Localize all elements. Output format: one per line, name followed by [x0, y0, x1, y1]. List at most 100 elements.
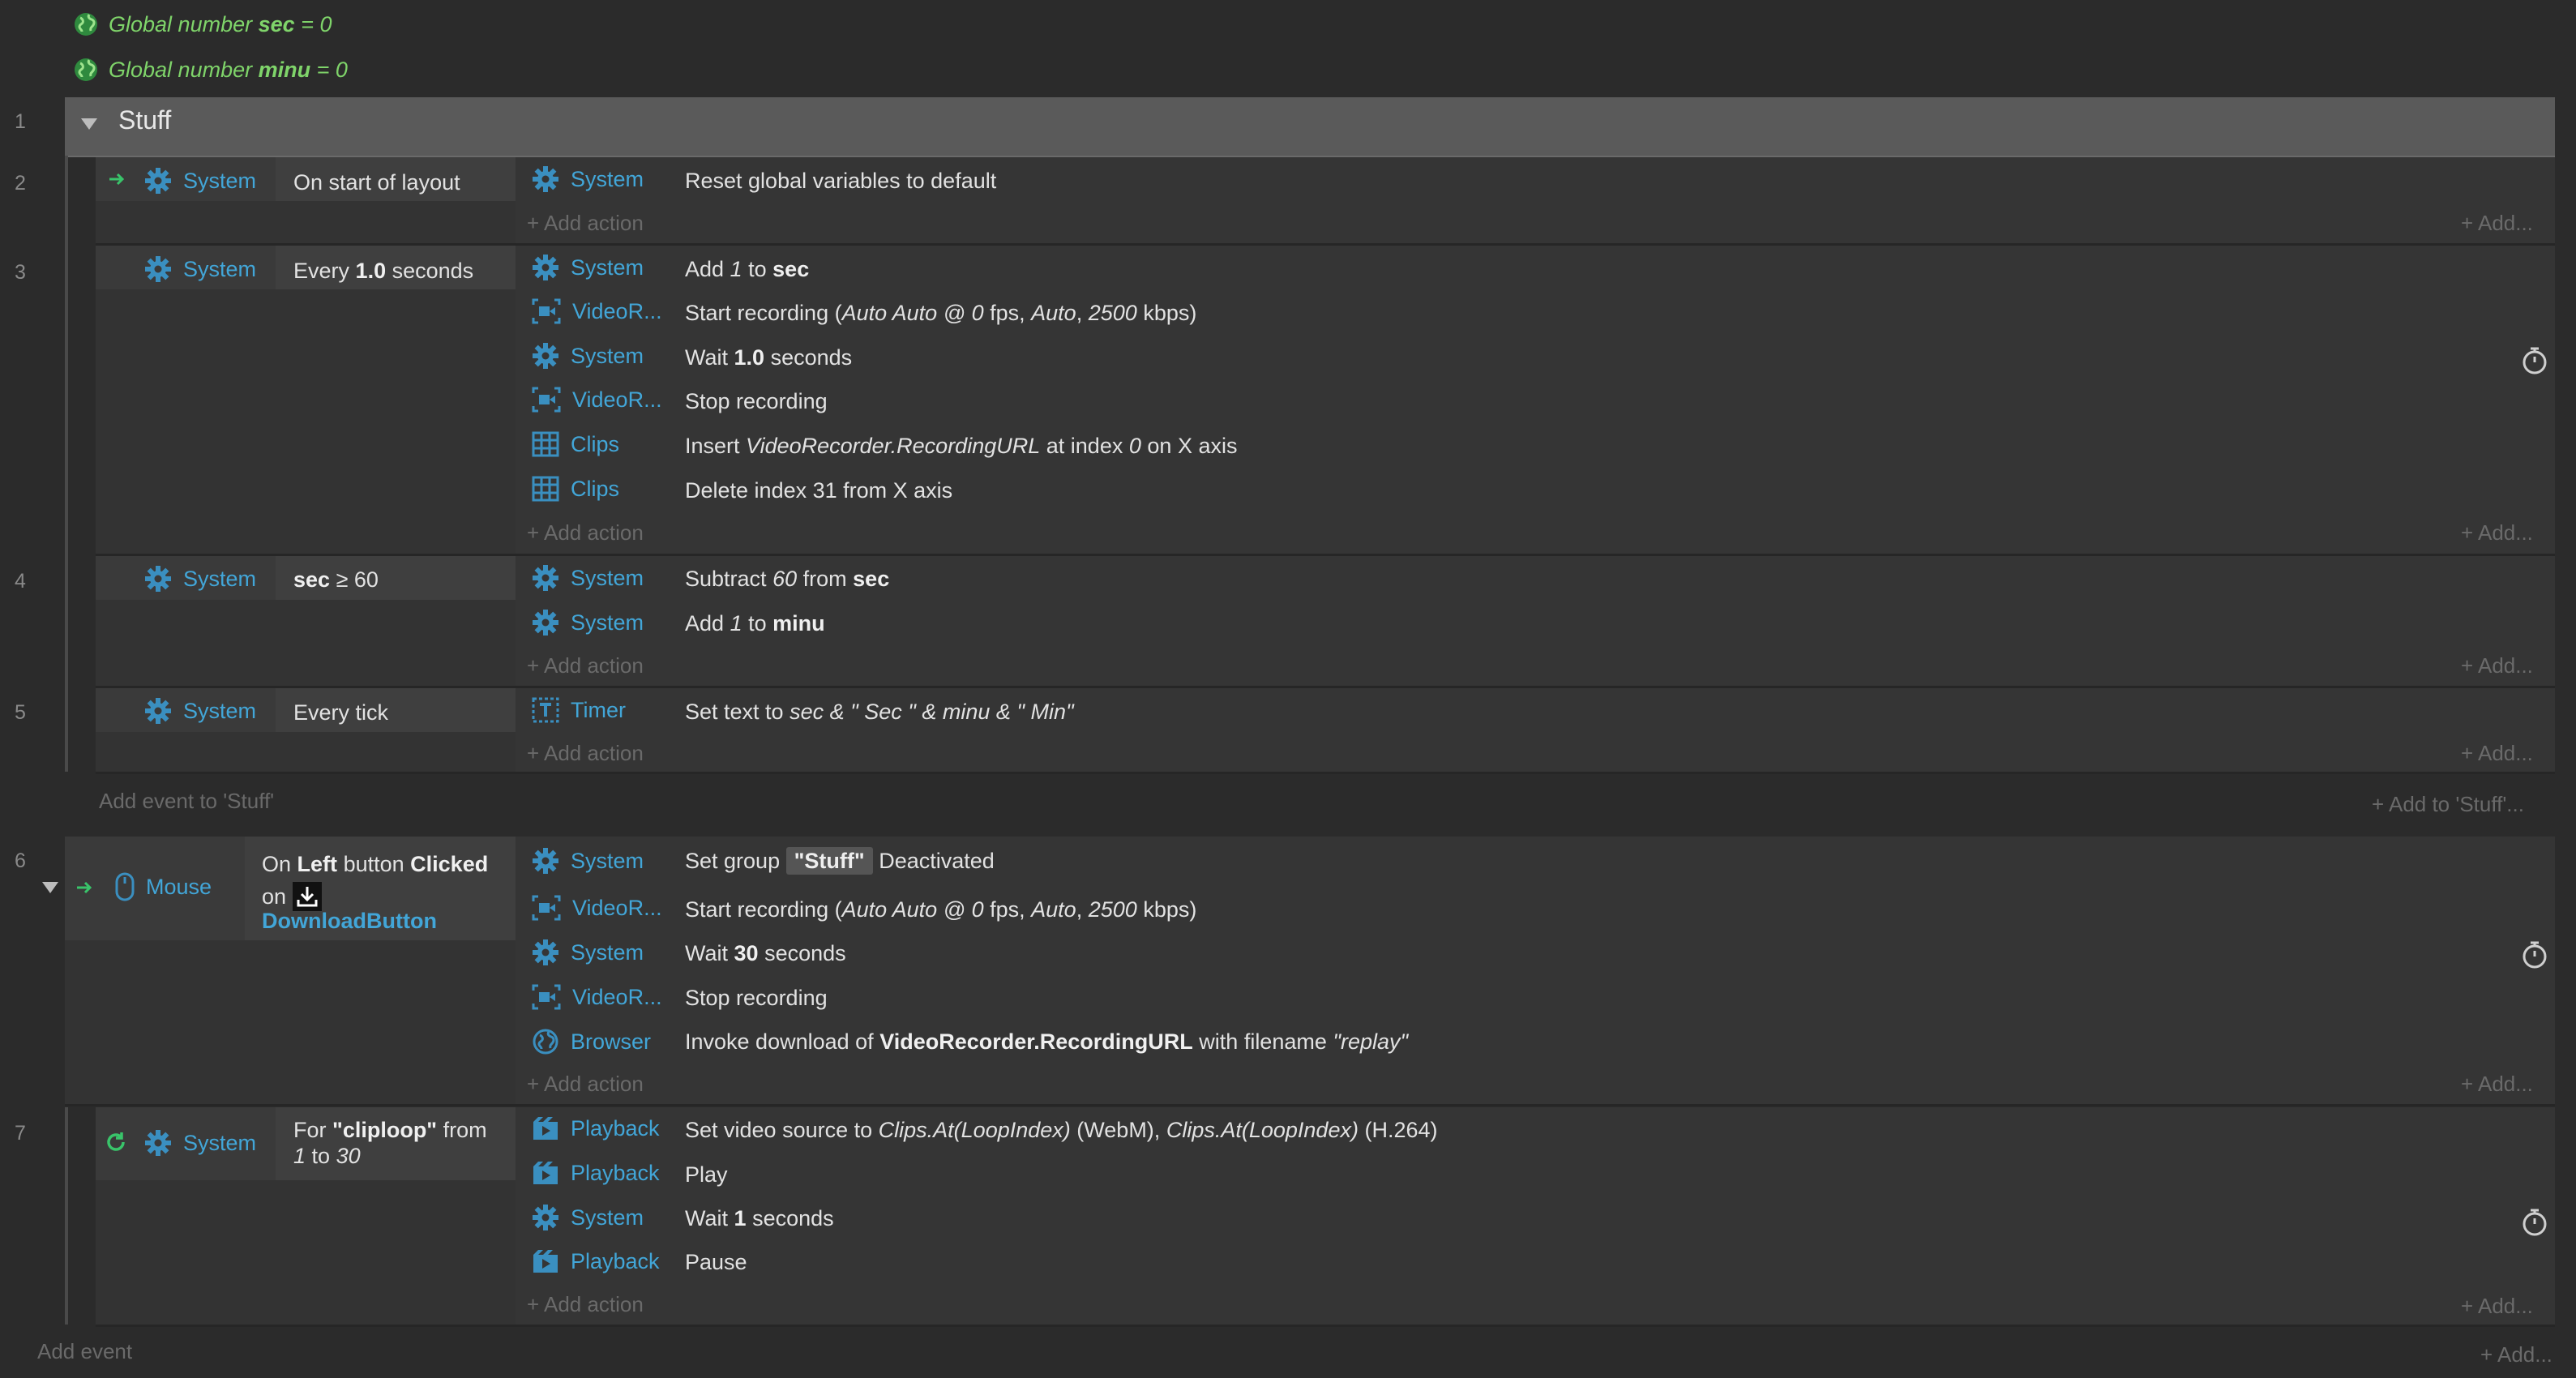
action-text[interactable]: Start recording (Auto Auto @ 0 fps, Auto…	[685, 301, 1196, 326]
gear-icon	[533, 255, 558, 280]
gear-icon	[533, 1205, 558, 1230]
globe-icon	[533, 1029, 558, 1055]
object-name: System	[571, 565, 644, 590]
array-grid-icon	[532, 476, 559, 502]
gear-icon	[145, 168, 171, 194]
action-text[interactable]: Stop recording	[685, 389, 828, 414]
gear-icon	[533, 565, 558, 591]
loop-icon	[107, 1132, 125, 1151]
add-action-button[interactable]: + Add action	[527, 741, 644, 766]
action-text[interactable]: Wait 30 seconds	[685, 941, 846, 966]
action-object-playback[interactable]: Playback	[532, 1115, 660, 1141]
action-text[interactable]: Reset global variables to default	[685, 169, 996, 194]
collapse-triangle-icon[interactable]	[42, 882, 58, 893]
action-object-playback[interactable]: Playback	[532, 1160, 660, 1186]
condition-object-mouse[interactable]: Mouse	[115, 872, 212, 901]
add-action-button[interactable]: + Add action	[527, 520, 644, 546]
action-object-system[interactable]: System	[532, 165, 644, 193]
action-text[interactable]: Play	[685, 1162, 728, 1188]
collapse-triangle-icon[interactable]	[81, 118, 97, 130]
action-object-clips[interactable]: Clips	[532, 476, 619, 502]
condition-object-system[interactable]: System	[144, 565, 256, 593]
condition-text[interactable]: sec ≥ 60	[293, 567, 379, 593]
global-variable-minu[interactable]: Global number minu = 0	[73, 47, 348, 92]
action-object-browser[interactable]: Browser	[532, 1028, 651, 1055]
add-more-button[interactable]: + Add...	[2461, 211, 2533, 236]
action-object-playback[interactable]: Playback	[532, 1248, 660, 1274]
add-event-to-group-button[interactable]: Add event to 'Stuff'	[99, 789, 274, 814]
action-object-system[interactable]: System	[532, 342, 644, 370]
condition-text[interactable]: For "cliploop" from 1 to 30	[293, 1117, 487, 1169]
gear-icon	[533, 610, 558, 636]
group-header-stuff[interactable]	[65, 97, 2555, 157]
add-to-group-button[interactable]: + Add to 'Stuff'...	[2372, 792, 2524, 817]
add-action-button[interactable]: + Add action	[527, 1292, 644, 1317]
action-text[interactable]: Wait 1.0 seconds	[685, 345, 852, 370]
action-object-system[interactable]: System	[532, 939, 644, 966]
action-object-system[interactable]: System	[532, 254, 644, 281]
action-object-videorecorder[interactable]: VideoR...	[532, 984, 662, 1010]
globe-icon	[75, 58, 97, 81]
action-object-videorecorder[interactable]: VideoR...	[532, 387, 662, 413]
action-text[interactable]: Wait 1 seconds	[685, 1206, 834, 1231]
action-text[interactable]: Add 1 to sec	[685, 257, 809, 282]
action-text[interactable]: Set group "Stuff" Deactivated	[685, 847, 995, 875]
add-action-button[interactable]: + Add action	[527, 1072, 644, 1097]
object-name: System	[183, 698, 257, 723]
object-name: Playback	[571, 1115, 660, 1140]
row-number: 4	[15, 570, 26, 593]
add-more-button[interactable]: + Add...	[2461, 1294, 2533, 1319]
add-more-button[interactable]: + Add...	[2480, 1342, 2552, 1367]
action-object-system[interactable]: System	[532, 1204, 644, 1231]
add-more-button[interactable]: + Add...	[2461, 653, 2533, 678]
object-name: Timer	[571, 697, 626, 722]
action-object-videorecorder[interactable]: VideoR...	[532, 895, 662, 921]
global-var-name: minu	[258, 57, 311, 82]
action-text[interactable]: Insert VideoRecorder.RecordingURL at ind…	[685, 434, 1237, 459]
group-name-badge: "Stuff"	[785, 847, 873, 875]
video-recorder-icon	[532, 298, 561, 324]
download-button-link[interactable]: DownloadButton	[262, 905, 488, 937]
condition-text[interactable]: On Left button Clicked on DownloadButton	[262, 848, 488, 937]
row-number: 3	[15, 261, 26, 284]
action-text[interactable]: Set text to sec & " Sec " & minu & " Min…	[685, 700, 1074, 725]
condition-text[interactable]: Every 1.0 seconds	[293, 259, 473, 284]
add-more-button[interactable]: + Add...	[2461, 520, 2533, 546]
object-name: System	[183, 168, 257, 193]
action-object-system[interactable]: System	[532, 564, 644, 592]
action-text[interactable]: Pause	[685, 1250, 747, 1275]
video-recorder-icon	[532, 387, 561, 413]
action-object-system[interactable]: System	[532, 847, 644, 875]
add-more-button[interactable]: + Add...	[2461, 1072, 2533, 1097]
add-more-button[interactable]: + Add...	[2461, 741, 2533, 766]
video-player-icon	[533, 1162, 558, 1184]
condition-object-system[interactable]: System	[144, 697, 256, 725]
action-text[interactable]: Start recording (Auto Auto @ 0 fps, Auto…	[685, 897, 1196, 922]
add-action-button[interactable]: + Add action	[527, 653, 644, 678]
add-action-button[interactable]: + Add action	[527, 211, 644, 236]
condition-object-system[interactable]: System	[144, 167, 256, 195]
add-event-button[interactable]: Add event	[37, 1339, 132, 1364]
object-name: Playback	[571, 1160, 660, 1185]
action-text[interactable]: Subtract 60 from sec	[685, 567, 889, 592]
action-object-clips[interactable]: Clips	[532, 431, 619, 457]
row-number: 7	[15, 1122, 26, 1145]
trigger-arrow-icon	[109, 173, 125, 186]
action-object-timer[interactable]: Timer	[532, 697, 626, 723]
action-text[interactable]: Invoke download of VideoRecorder.Recordi…	[685, 1029, 1408, 1055]
global-variable-sec[interactable]: Global number sec = 0	[73, 2, 332, 47]
object-name: Mouse	[146, 874, 212, 899]
action-text[interactable]: Set video source to Clips.At(LoopIndex) …	[685, 1118, 1438, 1143]
action-text[interactable]: Delete index 31 from X axis	[685, 478, 952, 503]
condition-text[interactable]: On start of layout	[293, 170, 460, 195]
mouse-icon	[115, 872, 135, 901]
action-object-system[interactable]: System	[532, 609, 644, 636]
video-recorder-icon	[532, 895, 561, 921]
condition-text[interactable]: Every tick	[293, 700, 388, 725]
condition-object-system[interactable]: System	[144, 255, 256, 283]
group-title: Stuff	[118, 105, 172, 135]
action-text[interactable]: Add 1 to minu	[685, 611, 825, 636]
action-text[interactable]: Stop recording	[685, 986, 828, 1011]
action-object-videorecorder[interactable]: VideoR...	[532, 298, 662, 324]
condition-object-system[interactable]: System	[144, 1129, 256, 1157]
